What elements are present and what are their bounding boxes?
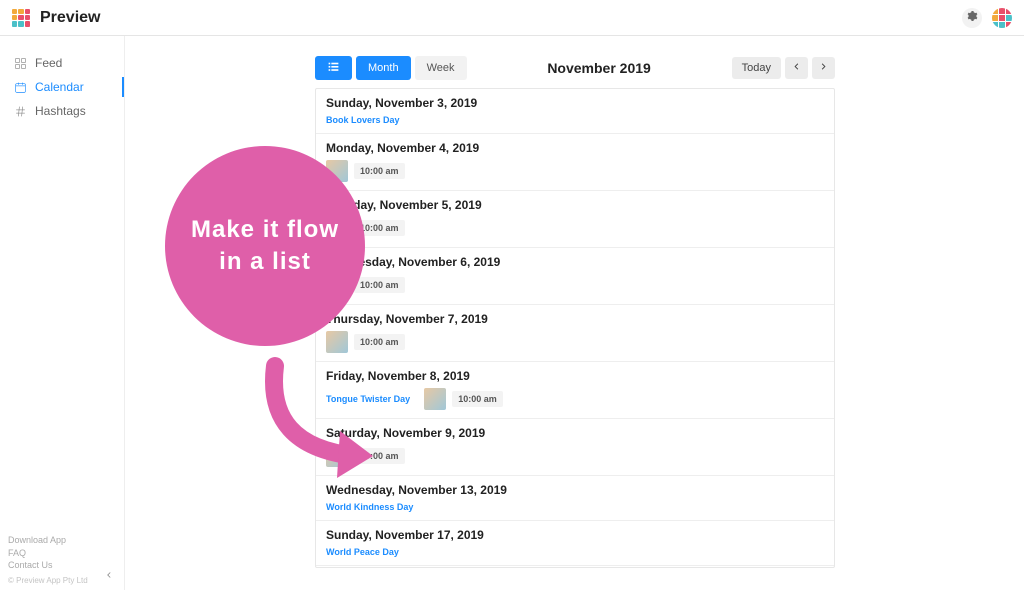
sidebar-item-label: Calendar: [35, 80, 84, 94]
chevron-right-icon: [818, 61, 829, 75]
hashtag-icon: [14, 105, 27, 118]
day-block: Wednesday, November 13, 2019 World Kindn…: [316, 476, 834, 521]
post-time: 10:00 am: [452, 391, 503, 407]
day-header: Tuesday, November 5, 2019: [326, 198, 824, 212]
day-header: Wednesday, November 13, 2019: [326, 483, 824, 497]
day-block: Tuesday, November 5, 2019 10:00 am: [316, 191, 834, 248]
chevron-left-icon: [791, 61, 802, 75]
day-block: Thursday, November 7, 2019 10:00 am: [316, 305, 834, 362]
link-download[interactable]: Download App: [8, 534, 116, 547]
sidebar-collapse-button[interactable]: [102, 570, 116, 584]
post-thumbnail[interactable]: [424, 388, 446, 410]
prev-button[interactable]: [785, 57, 808, 79]
annotation-arrow-icon: [245, 356, 385, 496]
calendar-list[interactable]: Sunday, November 3, 2019 Book Lovers Day…: [315, 88, 835, 568]
post-time: 10:00 am: [354, 334, 405, 350]
view-week-button[interactable]: Week: [415, 56, 467, 80]
day-block: Monday, November 4, 2019 10:00 am: [316, 134, 834, 191]
sidebar-item-label: Hashtags: [35, 104, 86, 118]
sidebar-item-calendar[interactable]: Calendar: [0, 75, 124, 99]
sidebar-item-hashtags[interactable]: Hashtags: [0, 99, 124, 123]
chevron-left-icon: [104, 570, 114, 584]
view-segmented-control: Month Week: [315, 56, 467, 80]
annotation-text: Make it flow in a list: [185, 214, 345, 279]
day-block: Saturday, November 9, 2019 10:00 am: [316, 419, 834, 476]
grid-icon: [14, 57, 27, 70]
sidebar-footer: Download App FAQ Contact Us © Preview Ap…: [0, 534, 124, 590]
settings-button[interactable]: [962, 8, 982, 28]
day-header: Monday, November 4, 2019: [326, 141, 824, 155]
day-header: Wednesday, November 6, 2019: [326, 255, 824, 269]
day-block: Sunday, November 3, 2019 Book Lovers Day: [316, 89, 834, 134]
view-list-button[interactable]: [315, 56, 352, 80]
annotation-bubble: Make it flow in a list: [165, 146, 365, 346]
day-header: Saturday, November 9, 2019: [326, 426, 824, 440]
sidebar-item-label: Feed: [35, 56, 62, 70]
post-time: 10:00 am: [354, 277, 405, 293]
day-header: Friday, November 8, 2019: [326, 369, 824, 383]
gear-icon: [966, 9, 978, 27]
copyright: © Preview App Pty Ltd: [8, 575, 116, 586]
list-icon: [327, 60, 340, 76]
topbar: Preview: [0, 0, 1024, 36]
special-day[interactable]: Book Lovers Day: [326, 115, 400, 125]
link-contact[interactable]: Contact Us: [8, 559, 116, 572]
day-block: Sunday, November 17, 2019 World Peace Da…: [316, 521, 834, 566]
day-header: Thursday, November 7, 2019: [326, 312, 824, 326]
link-faq[interactable]: FAQ: [8, 547, 116, 560]
sidebar: Feed Calendar Hashtags Download App FAQ …: [0, 36, 125, 590]
next-button[interactable]: [812, 57, 835, 79]
calendar-title: November 2019: [467, 60, 732, 76]
today-button[interactable]: Today: [732, 57, 781, 79]
content-area: Make it flow in a list Month Week: [125, 36, 1024, 590]
app-name: Preview: [40, 9, 100, 27]
special-day[interactable]: World Kindness Day: [326, 502, 413, 512]
day-block: Wednesday, November 6, 2019 10:00 am: [316, 248, 834, 305]
post-thumbnail[interactable]: [326, 331, 348, 353]
sidebar-item-feed[interactable]: Feed: [0, 51, 124, 75]
special-day[interactable]: World Peace Day: [326, 547, 399, 557]
day-block: Friday, November 8, 2019 Tongue Twister …: [316, 362, 834, 419]
day-header: Sunday, November 17, 2019: [326, 528, 824, 542]
day-header: Sunday, November 3, 2019: [326, 96, 824, 110]
user-avatar[interactable]: [992, 8, 1012, 28]
calendar-panel: Month Week November 2019 Today Sun: [315, 56, 835, 568]
post-time: 10:00 am: [354, 163, 405, 179]
calendar-icon: [14, 81, 27, 94]
app-logo: [12, 9, 30, 27]
view-month-button[interactable]: Month: [356, 56, 411, 80]
